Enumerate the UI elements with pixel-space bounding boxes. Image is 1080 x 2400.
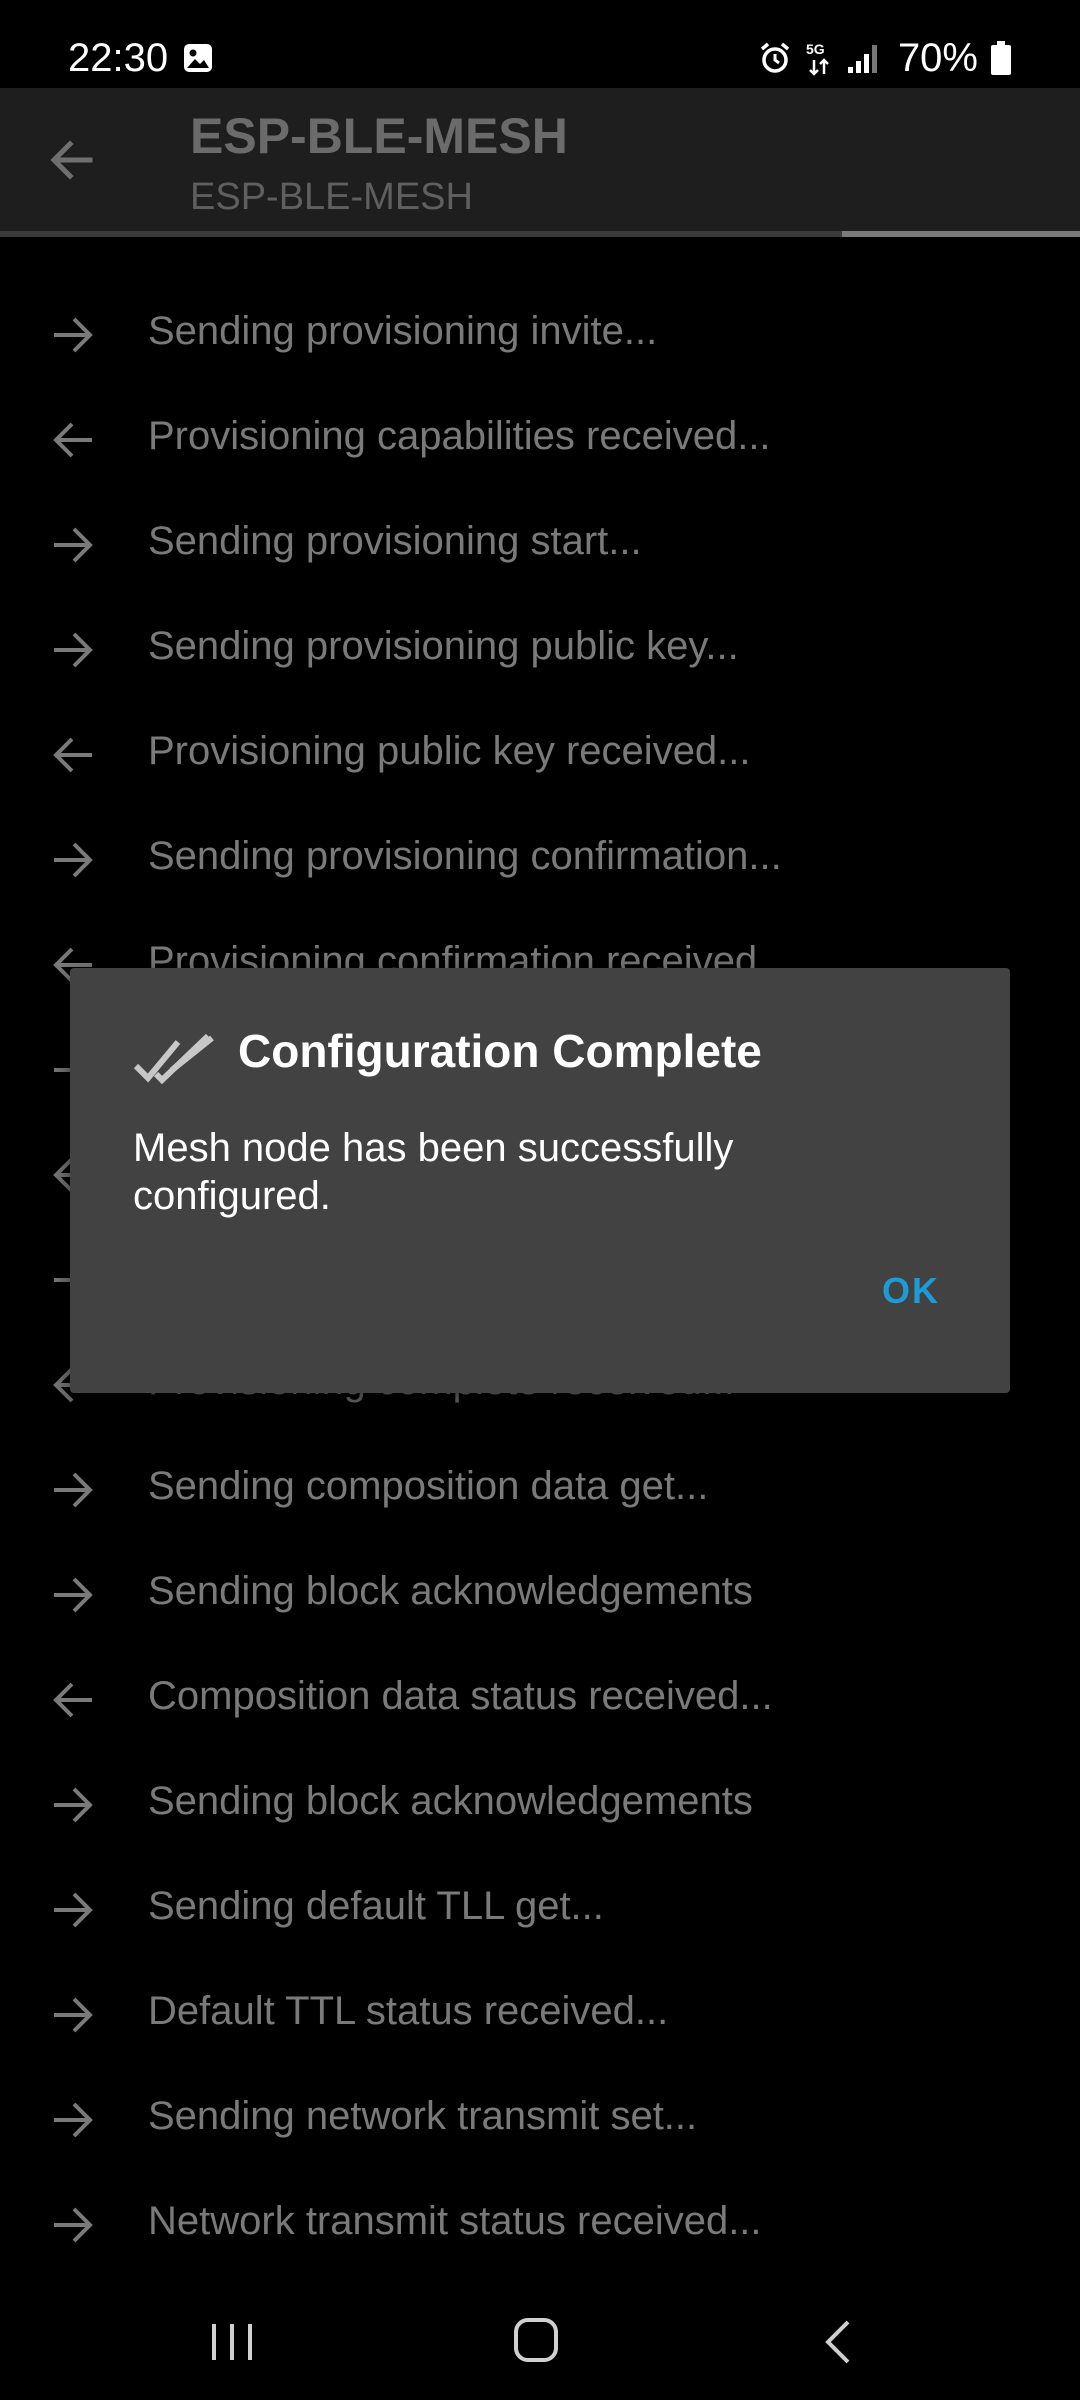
status-bar: 22:30 5G 70% [0, 0, 1080, 88]
configuration-complete-dialog: Configuration Complete Mesh node has bee… [70, 968, 1010, 1393]
back-icon[interactable] [820, 2318, 856, 2366]
home-icon[interactable] [512, 2316, 560, 2364]
double-check-icon [133, 1033, 214, 1085]
network-5g-icon: 5G [806, 41, 829, 76]
status-time: 22:30 [68, 36, 169, 80]
alarm-icon [760, 42, 790, 73]
back-arrow-icon[interactable] [46, 134, 98, 186]
app-bar: ESP-BLE-MESH ESP-BLE-MESH [0, 88, 1080, 232]
battery-icon [991, 41, 1011, 75]
app-title: ESP-BLE-MESH [190, 108, 568, 164]
signal-icon [847, 45, 877, 73]
gallery-icon [184, 44, 212, 72]
recent-apps-icon[interactable] [208, 2320, 256, 2364]
system-navigation-bar [0, 2282, 1080, 2400]
status-right-group: 5G 70% [758, 34, 1012, 82]
ok-button[interactable]: OK [868, 1258, 954, 1324]
dialog-message: Mesh node has been successfully configur… [133, 1126, 734, 1218]
battery-percent: 70% [897, 35, 978, 80]
network-label: 5G [806, 41, 825, 57]
dialog-title: Configuration Complete [238, 1025, 762, 1077]
app-subtitle: ESP-BLE-MESH [190, 176, 473, 218]
